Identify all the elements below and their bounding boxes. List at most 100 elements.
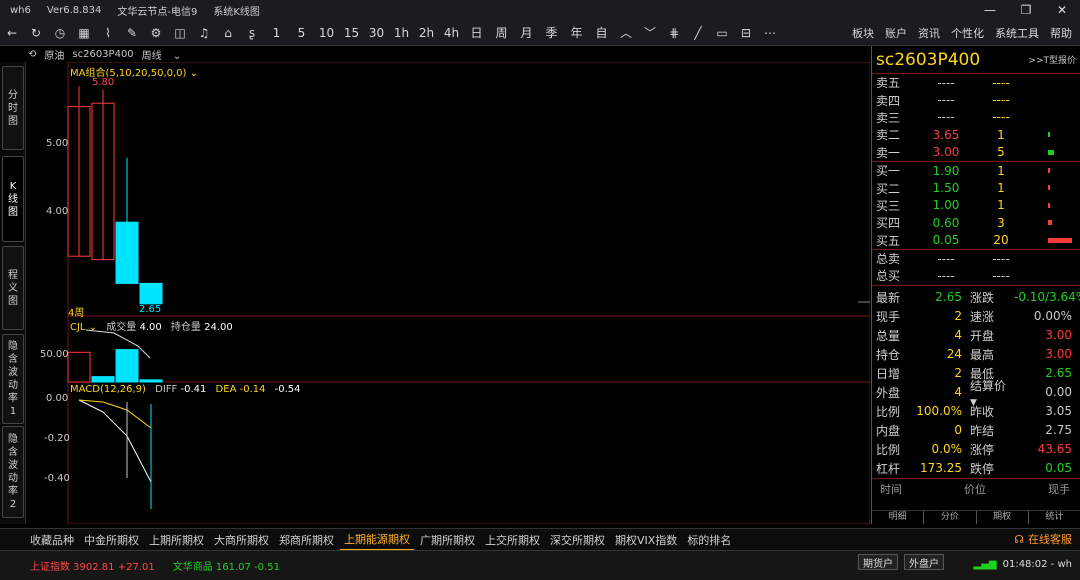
menu-item[interactable]: 板块	[852, 25, 874, 41]
market-tab[interactable]: 标的排名	[683, 529, 735, 551]
minimize-icon[interactable]: —	[972, 0, 1008, 20]
period-button[interactable]: 1	[264, 20, 289, 46]
menu-item[interactable]: 系统工具	[995, 25, 1039, 41]
period-button[interactable]: 4h	[439, 20, 464, 46]
stat-label: 比例	[876, 442, 901, 457]
back-small-icon[interactable]: ⟲	[28, 49, 36, 60]
futures-account-button[interactable]: 期货户	[858, 554, 898, 570]
t-quote-link[interactable]: >>T型报价	[1028, 53, 1076, 66]
bid-row[interactable]: 买二 1.50 1	[872, 179, 1080, 196]
trade-detail-header: 时间 价位 现手	[872, 477, 1080, 500]
period-button[interactable]: 季	[539, 20, 564, 46]
more-icon[interactable]: ⋯	[758, 20, 782, 46]
stat-label: 杠杆	[876, 461, 901, 476]
overseas-account-button[interactable]: 外盘户	[904, 554, 944, 570]
market-tab[interactable]: 收藏品种	[26, 529, 78, 551]
line-tool-icon[interactable]: ╱	[686, 20, 710, 46]
bid-row[interactable]: 买四 0.60 3	[872, 214, 1080, 231]
ma-label[interactable]: MA组合(5,10,20,50,0,0) ⌄	[70, 64, 198, 79]
ask-row[interactable]: 卖一 3.00 5	[872, 144, 1080, 161]
period-button[interactable]: 10	[314, 20, 339, 46]
market-tab[interactable]: 郑商所期权	[275, 529, 338, 551]
y-tick-4: 4.00	[46, 206, 69, 217]
ask-price: 3.65	[932, 127, 960, 142]
period-button[interactable]: 日	[464, 20, 489, 46]
period-button[interactable]: 自	[589, 20, 614, 46]
market-tab[interactable]: 上期所期权	[145, 529, 208, 551]
volume-dropdown-icon[interactable]: ⌄	[89, 322, 97, 333]
layout-icon[interactable]: ◫	[168, 20, 192, 46]
stat-row: 内盘 0 昨结 2.75	[872, 421, 1080, 440]
menu-item[interactable]: 资讯	[918, 25, 940, 41]
stat-value: 2	[954, 309, 962, 324]
rect-tool-icon[interactable]: ▭	[710, 20, 734, 46]
ask-row[interactable]: 卖二 3.65 1	[872, 126, 1080, 143]
macd-label[interactable]: MACD(12,26,9)	[70, 384, 146, 395]
kline-chart-area[interactable]: MA组合(5,10,20,50,0,0) ⌄ 5.80 2.65 4周 5.00…	[26, 62, 870, 524]
down-arrows-icon[interactable]: ﹀	[638, 20, 662, 46]
period-button[interactable]: 年	[564, 20, 589, 46]
settings-icon[interactable]: ⚙	[144, 20, 168, 46]
period-button[interactable]: 15	[339, 20, 364, 46]
market-tab[interactable]: 深交所期权	[546, 529, 609, 551]
restore-icon[interactable]: ❐	[1008, 0, 1044, 20]
quote-tab[interactable]: 分价	[924, 511, 977, 524]
kline-chart[interactable]	[26, 62, 870, 524]
chart-icon[interactable]: ⌇	[96, 20, 120, 46]
bell-icon[interactable]: ♫	[192, 20, 216, 46]
index-shanghai[interactable]: 上证指数 3902.81 +27.01	[30, 558, 155, 573]
signal-icon: ▂▄▆	[973, 558, 997, 570]
text-tool-icon[interactable]: ⊟	[734, 20, 758, 46]
stat-value: 100.0%	[916, 404, 962, 419]
refresh-icon[interactable]: ↻	[24, 20, 48, 46]
online-service[interactable]: ☊ 在线客服	[1014, 528, 1072, 550]
left-tab-5[interactable]: 隐含波动率2	[2, 426, 24, 518]
quote-tab[interactable]: 统计	[1029, 511, 1080, 524]
grid-icon[interactable]: ▦	[72, 20, 96, 46]
quote-tab[interactable]: 明细	[872, 511, 925, 524]
circle-arrow-icon[interactable]: ◷	[48, 20, 72, 46]
index-wenhua[interactable]: 文华商品 161.07 -0.51	[173, 558, 280, 573]
market-tab[interactable]: 期权VIX指数	[611, 529, 681, 551]
close-icon[interactable]: ✕	[1044, 0, 1080, 20]
left-tab-3[interactable]: 程义图	[2, 246, 24, 330]
menu-item[interactable]: 帮助	[1050, 25, 1072, 41]
market-tab[interactable]: 中金所期权	[80, 529, 143, 551]
period-button[interactable]: 2h	[414, 20, 439, 46]
left-tab-1[interactable]: 分时图	[2, 66, 24, 150]
menu-item[interactable]: 账户	[885, 25, 907, 41]
period-button[interactable]: 1h	[389, 20, 414, 46]
market-tab[interactable]: 上期能源期权	[340, 529, 414, 551]
y-tick-5: 5.00	[46, 138, 69, 149]
left-tab-4[interactable]: 隐含波动率1	[2, 334, 24, 424]
crosshair-icon[interactable]: ⋕	[662, 20, 686, 46]
period-button[interactable]: 5	[289, 20, 314, 46]
ask-row[interactable]: 卖四 ---- ----	[872, 91, 1080, 108]
back-arrow-icon[interactable]: ←	[0, 20, 24, 46]
left-tab-2[interactable]: K线图	[2, 156, 24, 242]
quote-tab[interactable]: 期权	[977, 511, 1029, 524]
period-button[interactable]: 周	[489, 20, 514, 46]
market-tab[interactable]: 上交所期权	[481, 529, 544, 551]
menu-item[interactable]: 个性化	[951, 25, 984, 41]
period-select[interactable]: 周线 ⌄	[142, 47, 182, 62]
market-tab[interactable]: 大商所期权	[210, 529, 273, 551]
bid-row[interactable]: 买一 1.90 1	[872, 162, 1080, 179]
market-tab[interactable]: 广期所期权	[416, 529, 479, 551]
clock-time: 01:48:02 - wh	[1002, 558, 1072, 570]
period-button[interactable]: 月	[514, 20, 539, 46]
draw-icon[interactable]: ✎	[120, 20, 144, 46]
period-button[interactable]: 30	[364, 20, 389, 46]
up-arrows-icon[interactable]: ︿	[614, 20, 638, 46]
ask-row[interactable]: 卖五 ---- ----	[872, 74, 1080, 91]
bid-row[interactable]: 买五 0.05 20	[872, 232, 1080, 249]
bid-price: 1.90	[932, 163, 960, 178]
alert-icon[interactable]: ⌂	[216, 20, 240, 46]
volume-title[interactable]: CJL	[70, 322, 86, 333]
ask-price: 3.00	[932, 145, 960, 160]
s5-icon[interactable]: ʂ	[240, 20, 264, 46]
dea-value: -0.14	[239, 384, 266, 395]
bid-row[interactable]: 买三 1.00 1	[872, 197, 1080, 214]
trade-vol-header: 现手	[1048, 483, 1070, 497]
ask-row[interactable]: 卖三 ---- ----	[872, 109, 1080, 126]
